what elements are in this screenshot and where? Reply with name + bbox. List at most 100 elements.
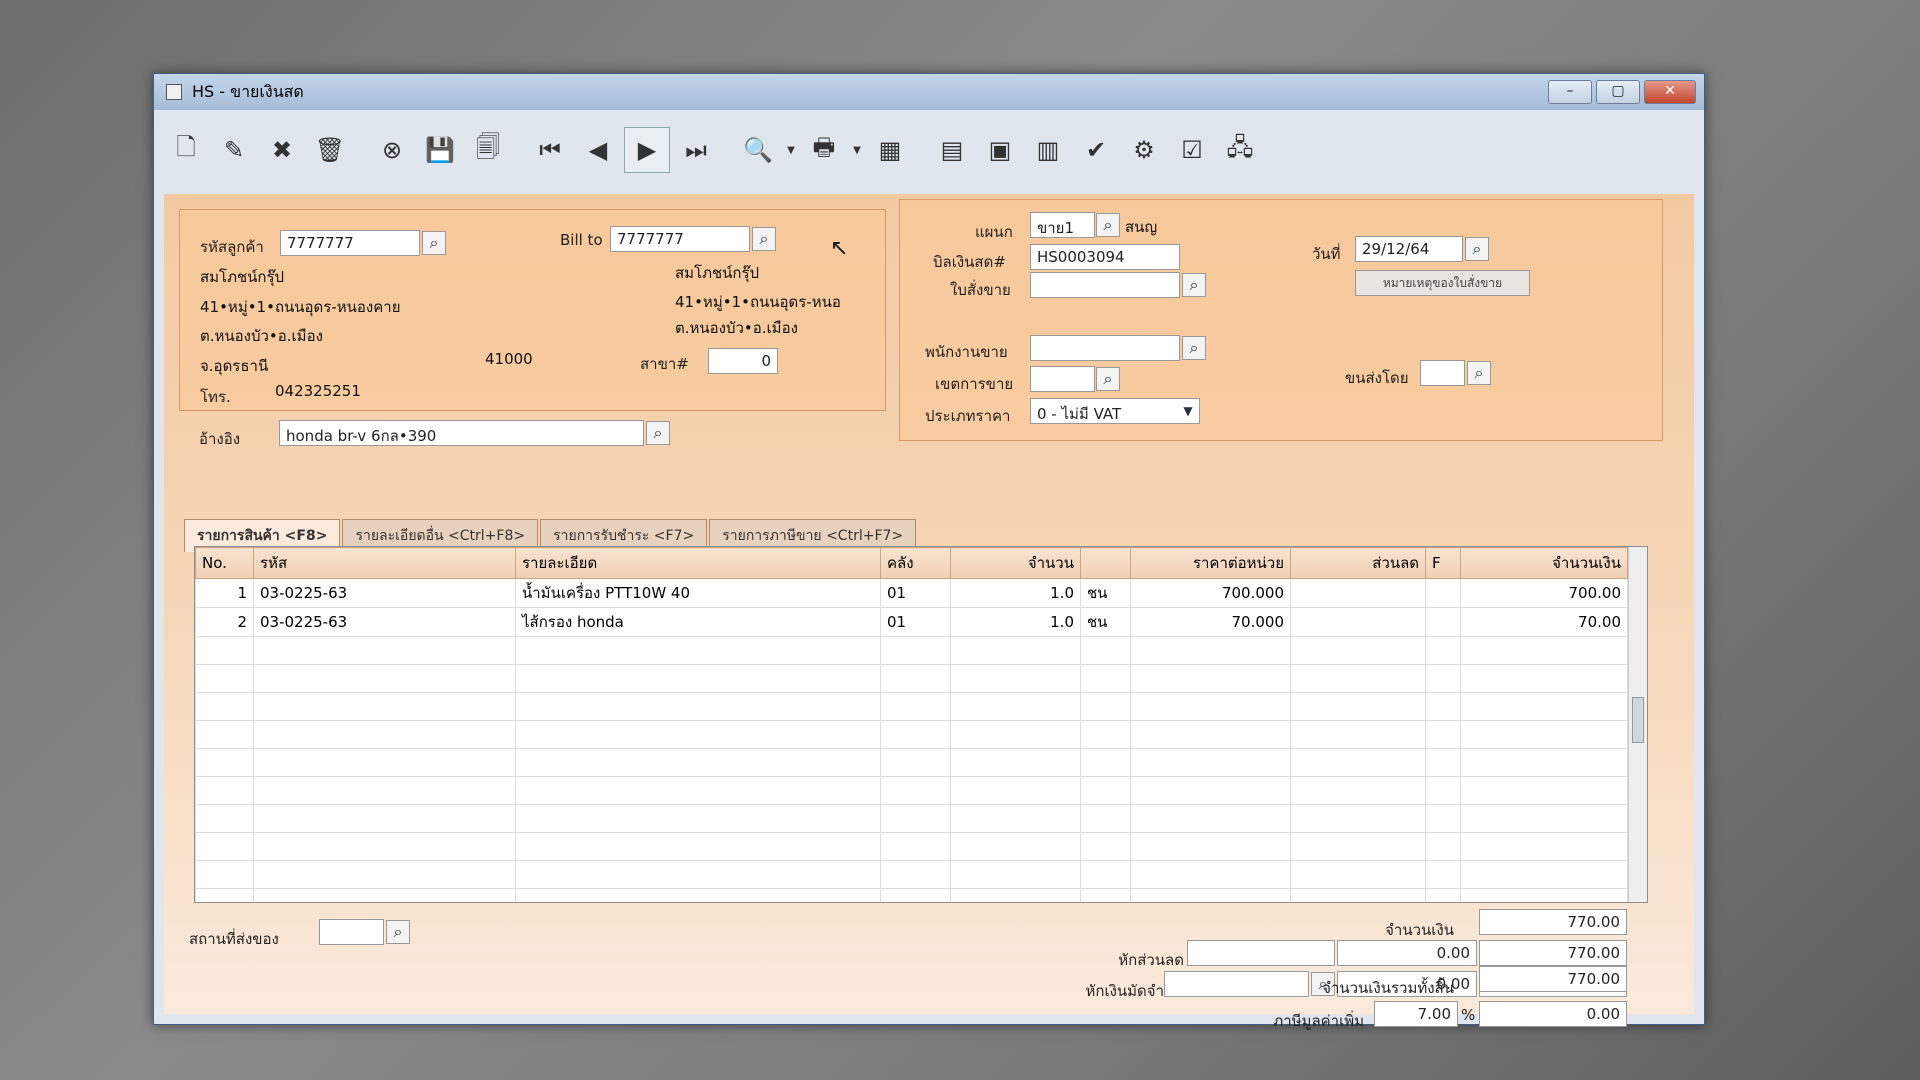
chevron-down-icon[interactable]: ▼ <box>1176 399 1200 423</box>
table-cell[interactable]: 700.000 <box>1130 578 1291 608</box>
copy-icon[interactable]: 🗐 <box>466 128 510 172</box>
first-record-icon[interactable]: ⏮ <box>528 128 572 172</box>
sales-order-note-button[interactable]: หมายเหตุของใบสั่งขาย <box>1355 270 1530 296</box>
grid-column-header[interactable]: F <box>1425 547 1461 579</box>
table-cell[interactable]: 2 <box>195 607 254 637</box>
table-cell[interactable]: 01 <box>880 607 951 637</box>
grid-column-header[interactable]: รหัส <box>253 547 516 579</box>
table-cell[interactable] <box>880 888 951 902</box>
date-picker-icon[interactable]: ⌕ <box>1465 237 1489 261</box>
table-cell[interactable]: 1 <box>195 578 254 608</box>
table-cell[interactable]: 03-0225-63 <box>253 607 516 637</box>
table-cell[interactable] <box>195 776 254 805</box>
discount-code-input[interactable] <box>1187 940 1335 966</box>
table-cell[interactable] <box>253 636 516 665</box>
department-input[interactable]: ขาย1 <box>1030 212 1095 238</box>
form-icon[interactable]: ▤ <box>930 128 974 172</box>
table-cell[interactable] <box>195 748 254 777</box>
table-cell[interactable] <box>195 664 254 693</box>
table-cell[interactable] <box>1130 720 1291 749</box>
reference-input[interactable]: honda br-v 6กล•390 <box>279 420 644 446</box>
previous-record-icon[interactable]: ◀ <box>576 128 620 172</box>
table-row[interactable] <box>195 748 1628 777</box>
shipping-input[interactable] <box>1420 360 1465 386</box>
scrollbar-thumb[interactable] <box>1632 697 1644 743</box>
table-cell[interactable] <box>1460 664 1628 693</box>
table-cell[interactable] <box>515 776 881 805</box>
table-cell[interactable] <box>1080 832 1131 861</box>
table-cell[interactable] <box>195 720 254 749</box>
ok-icon[interactable]: ☑ <box>1170 128 1214 172</box>
table-cell[interactable] <box>1080 776 1131 805</box>
grid-column-header[interactable]: No. <box>195 547 254 579</box>
approve-icon[interactable]: ✔ <box>1074 128 1118 172</box>
table-cell[interactable] <box>515 636 881 665</box>
table-cell[interactable] <box>515 748 881 777</box>
table-cell[interactable] <box>1460 720 1628 749</box>
title-bar[interactable]: HS - ขายเงินสด – ▢ ✕ <box>154 74 1704 110</box>
table-cell[interactable] <box>1425 720 1461 749</box>
table-cell[interactable] <box>1130 888 1291 902</box>
money-icon[interactable]: ▣ <box>978 128 1022 172</box>
last-record-icon[interactable]: ⏭ <box>674 128 718 172</box>
close-button[interactable]: ✕ <box>1644 80 1696 104</box>
table-row[interactable] <box>195 860 1628 889</box>
table-cell[interactable] <box>950 804 1081 833</box>
table-cell[interactable] <box>1425 832 1461 861</box>
table-cell[interactable] <box>1130 860 1291 889</box>
table-cell[interactable] <box>1425 804 1461 833</box>
table-cell[interactable] <box>1290 692 1426 721</box>
table-cell[interactable] <box>950 888 1081 902</box>
table-row[interactable] <box>195 776 1628 805</box>
table-cell[interactable] <box>253 832 516 861</box>
grid-column-header[interactable]: ส่วนลด <box>1290 547 1426 579</box>
table-cell[interactable] <box>253 888 516 902</box>
table-cell[interactable] <box>1290 748 1426 777</box>
table-cell[interactable] <box>1290 578 1426 608</box>
table-cell[interactable] <box>253 748 516 777</box>
grid-column-header[interactable]: จำนวน <box>950 547 1081 579</box>
table-cell[interactable] <box>1460 832 1628 861</box>
table-cell[interactable]: 1.0 <box>950 607 1081 637</box>
salesperson-input[interactable] <box>1030 335 1180 361</box>
table-cell[interactable] <box>1130 636 1291 665</box>
table-cell[interactable] <box>1130 832 1291 861</box>
table-cell[interactable] <box>1460 860 1628 889</box>
table-cell[interactable] <box>880 804 951 833</box>
table-cell[interactable] <box>1130 776 1291 805</box>
table-cell[interactable]: 70.00 <box>1460 607 1628 637</box>
table-cell[interactable] <box>1290 888 1426 902</box>
network-icon[interactable]: 🖧 <box>1218 128 1262 172</box>
table-row[interactable]: 1 03-0225-63 น้ำมันเครื่อง PTT10W 40 01 1.0 ช… <box>195 578 1628 608</box>
table-cell[interactable] <box>1425 888 1461 902</box>
trash-icon[interactable]: 🗑 <box>308 128 352 172</box>
preview-icon[interactable]: 🔍 <box>736 128 780 172</box>
table-cell[interactable] <box>880 664 951 693</box>
table-row[interactable] <box>195 636 1628 665</box>
register-icon[interactable]: ▥ <box>1026 128 1070 172</box>
table-cell[interactable] <box>195 860 254 889</box>
table-cell[interactable]: 700.00 <box>1460 578 1628 608</box>
calculator-icon[interactable]: ▦ <box>868 128 912 172</box>
table-cell[interactable] <box>195 832 254 861</box>
sales-order-search-icon[interactable]: ⌕ <box>1182 273 1206 297</box>
edit-icon[interactable]: ✎ <box>212 128 256 172</box>
table-cell[interactable] <box>515 860 881 889</box>
billto-input[interactable]: 7777777 <box>610 226 750 252</box>
bill-number-input[interactable]: HS0003094 <box>1030 244 1180 270</box>
tools-icon[interactable]: ⚙ <box>1122 128 1166 172</box>
minimize-button[interactable]: – <box>1548 80 1592 104</box>
table-cell[interactable] <box>1290 804 1426 833</box>
table-cell[interactable] <box>950 832 1081 861</box>
table-cell[interactable] <box>880 720 951 749</box>
table-cell[interactable]: 01 <box>880 578 951 608</box>
table-cell[interactable] <box>880 748 951 777</box>
table-cell[interactable] <box>1425 748 1461 777</box>
table-cell[interactable] <box>1080 860 1131 889</box>
next-record-icon[interactable]: ▶ <box>624 127 670 173</box>
table-cell[interactable] <box>880 692 951 721</box>
table-row[interactable] <box>195 832 1628 861</box>
table-cell[interactable] <box>1425 860 1461 889</box>
table-cell[interactable] <box>880 832 951 861</box>
table-cell[interactable] <box>1080 664 1131 693</box>
